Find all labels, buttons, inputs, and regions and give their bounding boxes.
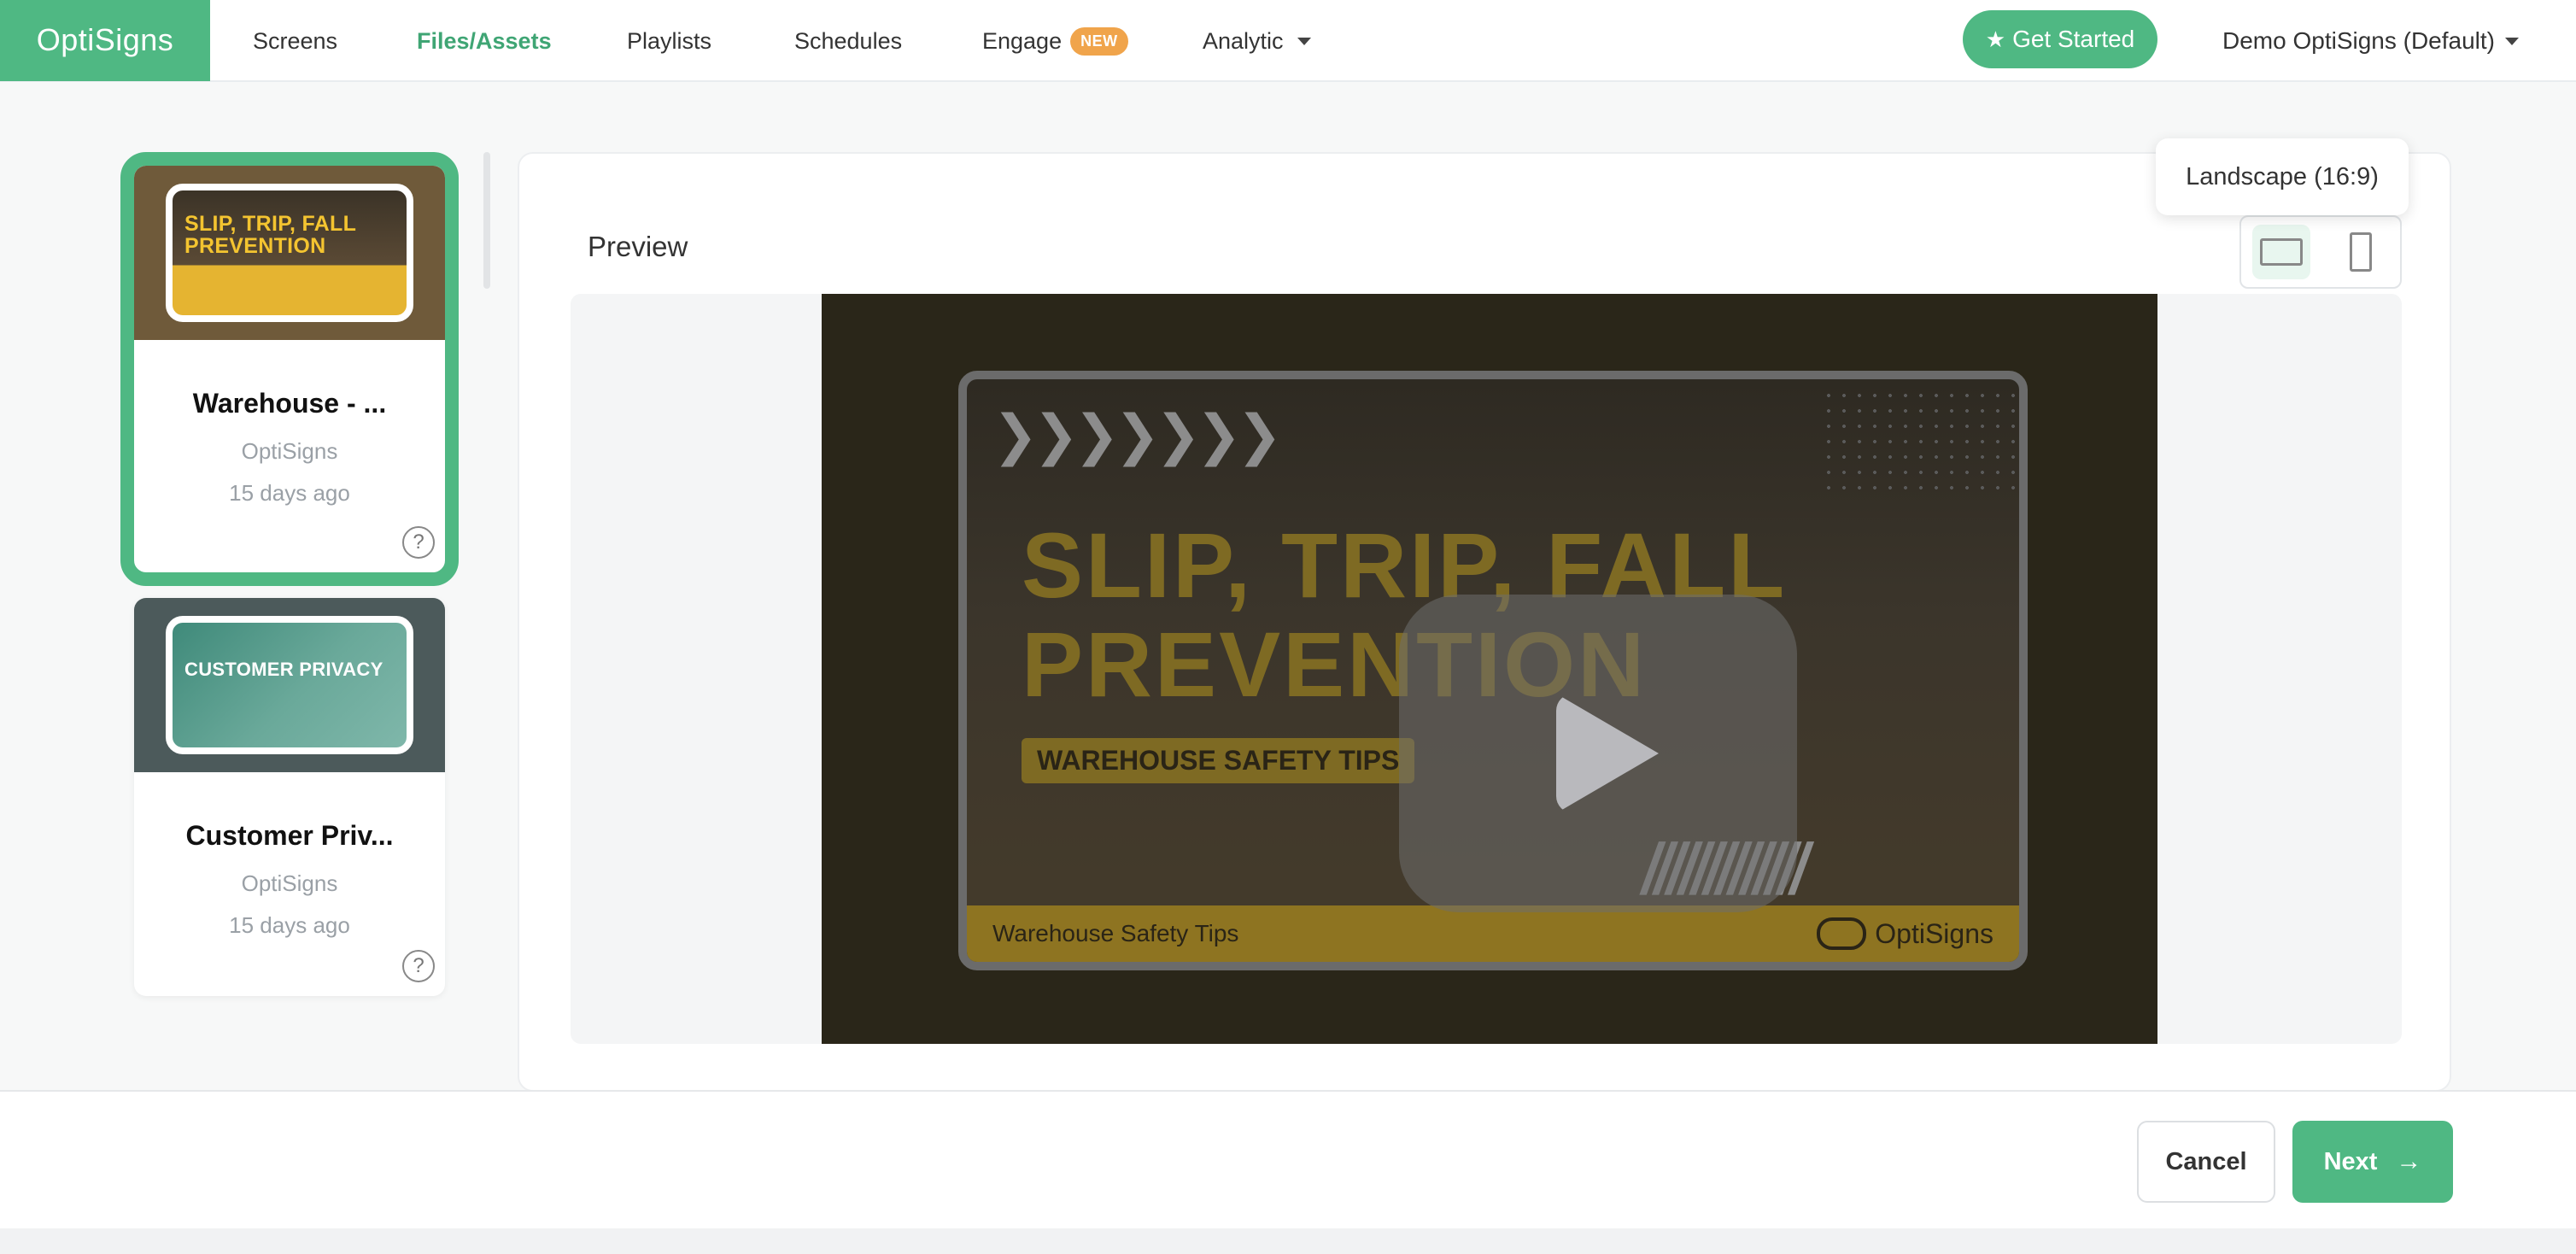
video-subtitle: WAREHOUSE SAFETY TIPS bbox=[1022, 738, 1415, 783]
optisigns-logo-icon bbox=[1817, 917, 1867, 950]
thumbnail-text: SLIP, TRIP, FALL PREVENTION bbox=[184, 212, 356, 258]
thumbnail-text: CUSTOMER PRIVACY bbox=[184, 659, 383, 680]
asset-card-customer-privacy[interactable]: CUSTOMER PRIVACY Customer Priv... OptiSi… bbox=[134, 598, 445, 996]
get-started-label: Get Started bbox=[2012, 26, 2135, 52]
video-footer-left: Warehouse Safety Tips bbox=[992, 920, 1239, 946]
dot-pattern bbox=[1821, 388, 2017, 499]
chevrons-decoration: ❯❯❯❯❯❯❯ bbox=[992, 404, 1282, 466]
nav-engage[interactable]: Engage NEW bbox=[982, 0, 1128, 82]
asset-owner: OptiSigns bbox=[241, 438, 338, 464]
asset-date: 15 days ago bbox=[229, 480, 350, 506]
account-menu[interactable]: Demo OptiSigns (Default) bbox=[2222, 0, 2520, 82]
top-nav: OptiSigns Screens Files/Assets Playlists… bbox=[0, 0, 2576, 82]
account-name: Demo OptiSigns (Default) bbox=[2222, 27, 2496, 54]
landscape-icon bbox=[2259, 238, 2303, 266]
asset-list-scrollbar[interactable] bbox=[483, 152, 490, 289]
chevron-down-icon bbox=[2505, 37, 2520, 45]
portrait-button[interactable] bbox=[2332, 225, 2390, 279]
new-badge: NEW bbox=[1070, 26, 1128, 56]
asset-title: Customer Priv... bbox=[185, 820, 394, 851]
asset-owner: OptiSigns bbox=[241, 870, 338, 896]
chevron-down-icon bbox=[1297, 37, 1311, 45]
asset-thumbnail: CUSTOMER PRIVACY bbox=[134, 598, 445, 772]
nav-engage-label: Engage bbox=[982, 27, 1063, 54]
thumbnail-image: CUSTOMER PRIVACY bbox=[166, 616, 413, 754]
footer-bar: Cancel Next → bbox=[0, 1090, 2576, 1228]
preview-stage: ❯❯❯❯❯❯❯ SLIP, TRIP, FALL PREVENTION WARE… bbox=[571, 294, 2402, 1044]
nav-analytic-label: Analytic bbox=[1203, 27, 1284, 54]
orientation-toggle bbox=[2239, 215, 2402, 289]
asset-thumbnail: SLIP, TRIP, FALL PREVENTION bbox=[134, 166, 445, 340]
preview-panel: Preview ❯❯❯❯❯❯❯ SLIP, TRIP, FALL PREVENT… bbox=[518, 152, 2451, 1092]
asset-card-warehouse[interactable]: SLIP, TRIP, FALL PREVENTION Warehouse - … bbox=[120, 152, 459, 586]
nav-playlists[interactable]: Playlists bbox=[627, 0, 711, 82]
next-label: Next bbox=[2323, 1147, 2378, 1175]
video-frame: ❯❯❯❯❯❯❯ SLIP, TRIP, FALL PREVENTION WARE… bbox=[958, 371, 2028, 970]
video-footer-brand: OptiSigns bbox=[1875, 917, 1993, 949]
nav-analytic[interactable]: Analytic bbox=[1203, 0, 1311, 82]
video-footer-right: OptiSigns bbox=[1817, 917, 1993, 950]
nav-screens[interactable]: Screens bbox=[253, 0, 337, 82]
next-button[interactable]: Next → bbox=[2292, 1121, 2453, 1203]
video-footer-bar: Warehouse Safety Tips OptiSigns bbox=[967, 905, 2019, 962]
nav-schedules[interactable]: Schedules bbox=[794, 0, 902, 82]
preview-heading: Preview bbox=[588, 231, 688, 262]
bottom-strip bbox=[0, 1228, 2576, 1254]
arrow-right-icon: → bbox=[2396, 1147, 2422, 1175]
asset-title: Warehouse - ... bbox=[192, 388, 387, 419]
cancel-button[interactable]: Cancel bbox=[2137, 1121, 2275, 1203]
landscape-button[interactable] bbox=[2251, 225, 2310, 279]
thumbnail-image: SLIP, TRIP, FALL PREVENTION bbox=[166, 184, 413, 322]
play-icon bbox=[1556, 694, 1659, 813]
orientation-tooltip: Landscape (16:9) bbox=[2156, 138, 2409, 215]
asset-date: 15 days ago bbox=[229, 912, 350, 938]
question-circle-icon[interactable]: ? bbox=[402, 950, 435, 982]
question-circle-icon[interactable]: ? bbox=[402, 526, 435, 559]
nav-files-assets[interactable]: Files/Assets bbox=[417, 0, 552, 82]
get-started-button[interactable]: ★ Get Started bbox=[1963, 10, 2157, 68]
video-player[interactable]: ❯❯❯❯❯❯❯ SLIP, TRIP, FALL PREVENTION WARE… bbox=[822, 294, 2157, 1044]
portrait-icon bbox=[2349, 232, 2372, 272]
brand-logo[interactable]: OptiSigns bbox=[0, 0, 210, 81]
play-button[interactable] bbox=[1399, 595, 1797, 912]
star-icon: ★ bbox=[1985, 26, 2006, 52]
